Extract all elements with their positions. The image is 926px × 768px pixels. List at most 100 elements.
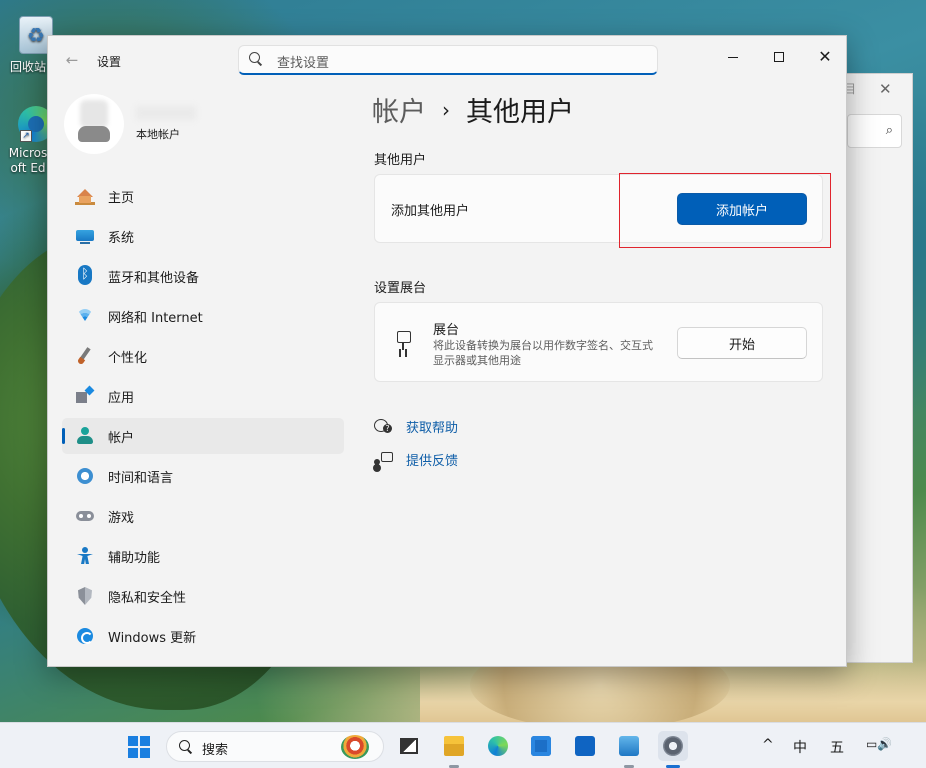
highlight-annotation (619, 173, 831, 248)
close-button[interactable]: ✕ (802, 42, 846, 72)
get-help-label: 获取帮助 (406, 421, 459, 436)
search-icon (249, 52, 263, 66)
taskbar-outlook[interactable] (570, 731, 600, 761)
system-icon (75, 227, 95, 245)
taskbar: 搜索 ^ 中 五 ▭🔊 (0, 722, 926, 768)
background-window[interactable]: 目 ✕ ⌕ (840, 73, 913, 663)
feedback-link[interactable]: 提供反馈 (374, 450, 458, 469)
time-language-icon (75, 467, 95, 485)
home-icon (75, 187, 95, 205)
file-explorer-icon (444, 736, 464, 756)
app-title: 设置 (97, 55, 122, 69)
title-bar: ← 设置 查找设置 ✕ (48, 36, 846, 84)
avatar-body (78, 126, 110, 142)
taskbar-store[interactable] (526, 731, 556, 761)
accessibility-icon (75, 547, 95, 565)
sidebar-item-bluetooth[interactable]: 蓝牙和其他设备 (62, 258, 344, 294)
sidebar-item-accounts[interactable]: 帐户 (62, 418, 344, 454)
accounts-icon (75, 427, 95, 445)
network-volume-icons[interactable]: ▭🔊 (866, 737, 892, 751)
outlook-icon (575, 736, 595, 756)
get-help-link[interactable]: 获取帮助 (374, 417, 458, 436)
sidebar-item-network[interactable]: 网络和 Internet (62, 298, 344, 334)
taskbar-settings[interactable] (658, 731, 688, 768)
feedback-icon (374, 451, 393, 468)
desktop-icon-label: 回收站 (9, 60, 46, 74)
breadcrumb: 帐户 › 其他用户 (372, 90, 574, 129)
sidebar-item-label: 时间和语言 (108, 470, 174, 486)
sidebar-item-gaming[interactable]: 游戏 (62, 498, 344, 534)
breadcrumb-parent[interactable]: 帐户 (372, 90, 426, 129)
sidebar-item-label: 主页 (108, 190, 135, 206)
sidebar-item-time-language[interactable]: 时间和语言 (62, 458, 344, 494)
desktop-icon-label: Microsoft Edge (8, 146, 48, 175)
task-view-icon (400, 738, 418, 754)
windows-logo-tile (128, 748, 138, 758)
sidebar-item-personalization[interactable]: 个性化 (62, 338, 344, 374)
sidebar-item-label: 游戏 (108, 510, 135, 526)
sidebar-item-label: 应用 (108, 390, 135, 406)
gaming-icon (75, 507, 95, 525)
shield-icon (75, 587, 95, 605)
search-highlight-icon (341, 735, 369, 759)
settings-icon (663, 736, 683, 756)
wifi-icon (75, 307, 95, 325)
taskbar-remote-desktop[interactable] (614, 731, 644, 768)
ime-mode-indicator[interactable]: 中 (793, 737, 807, 757)
sidebar-item-label: Windows 更新 (108, 630, 197, 646)
sidebar-item-home[interactable]: 主页 (62, 178, 344, 214)
feedback-label: 提供反馈 (406, 454, 459, 469)
avatar-head (80, 100, 108, 128)
sidebar-item-label: 隐私和安全性 (108, 590, 187, 606)
close-icon[interactable]: ✕ (879, 80, 892, 98)
windows-logo-tile (128, 736, 138, 746)
profile-name-blurred (136, 106, 196, 120)
minimize-icon (728, 56, 738, 58)
section-title-other-users: 其他用户 (374, 153, 427, 168)
sidebar-item-label: 辅助功能 (108, 550, 161, 566)
ime-name-indicator[interactable]: 五 (830, 737, 844, 757)
sidebar-nav: 主页 系统 蓝牙和其他设备 网络和 Internet 个性化 应用 帐户 时间 (62, 178, 344, 658)
close-icon: ✕ (818, 47, 832, 66)
taskbar-search-label: 搜索 (202, 743, 229, 758)
taskbar-search-box[interactable]: 搜索 (166, 731, 384, 762)
show-hidden-icons-chevron[interactable]: ^ (762, 737, 774, 753)
sidebar-item-accessibility[interactable]: 辅助功能 (62, 538, 344, 574)
search-icon: ⌕ (885, 123, 893, 138)
update-icon (75, 627, 95, 645)
taskbar-file-explorer[interactable] (439, 731, 469, 768)
sidebar-item-label: 帐户 (108, 430, 135, 446)
sidebar-item-label: 蓝牙和其他设备 (108, 270, 200, 286)
maximize-button[interactable] (756, 42, 802, 72)
avatar (64, 94, 124, 154)
windows-logo-tile (140, 736, 150, 746)
sidebar-item-windows-update[interactable]: Windows 更新 (62, 618, 344, 654)
search-icon (179, 740, 193, 754)
background-search-box[interactable]: ⌕ (847, 114, 902, 148)
account-type-label: 本地帐户 (136, 128, 180, 141)
minimize-button[interactable] (710, 42, 756, 72)
bluetooth-icon (75, 265, 95, 285)
apps-icon (75, 387, 95, 405)
start-button[interactable] (128, 736, 150, 758)
brush-icon (75, 347, 95, 365)
kiosk-start-button[interactable]: 开始 (677, 327, 807, 359)
sidebar-item-system[interactable]: 系统 (62, 218, 344, 254)
sidebar-item-privacy[interactable]: 隐私和安全性 (62, 578, 344, 614)
sidebar-item-label: 系统 (108, 230, 135, 246)
taskbar-edge[interactable] (483, 731, 513, 761)
store-icon (531, 736, 551, 756)
windows-logo-tile (140, 748, 150, 758)
page-title: 其他用户 (466, 97, 574, 128)
sidebar-item-label: 网络和 Internet (108, 310, 203, 326)
search-placeholder: 查找设置 (277, 56, 330, 71)
sidebar-item-apps[interactable]: 应用 (62, 378, 344, 414)
user-profile[interactable]: 本地帐户 (64, 94, 344, 156)
shortcut-arrow-icon: ↗ (20, 130, 32, 142)
kiosk-title: 展台 (433, 323, 460, 338)
edge-icon (488, 736, 508, 756)
settings-search-input[interactable]: 查找设置 (238, 45, 658, 75)
kiosk-card: 展台 将此设备转换为展台以用作数字签名、交互式显示器或其他用途 开始 (374, 302, 823, 382)
back-button[interactable]: ← (62, 50, 82, 70)
taskbar-task-view[interactable] (394, 731, 424, 761)
